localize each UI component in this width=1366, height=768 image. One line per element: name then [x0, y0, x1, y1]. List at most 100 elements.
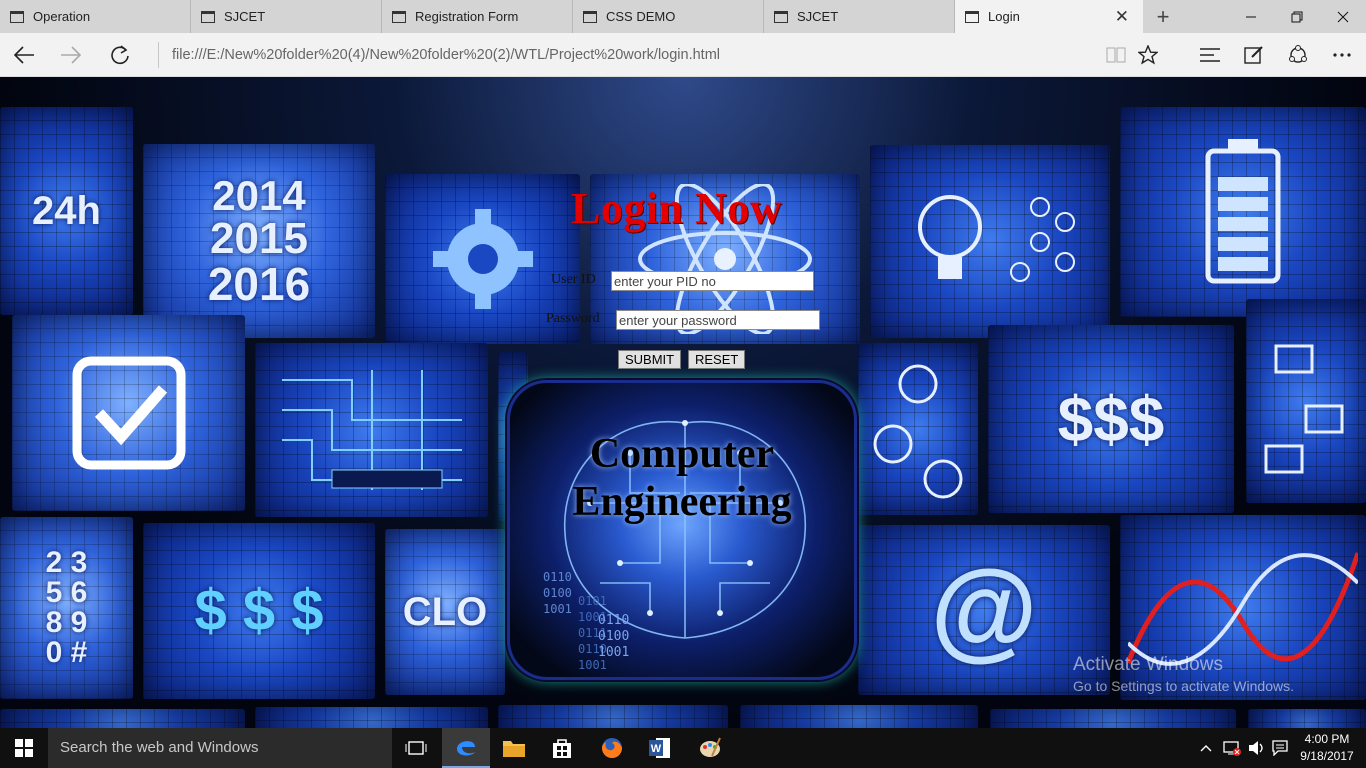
clock-time: 4:00 PM: [1304, 732, 1350, 746]
network-tray-button[interactable]: [1220, 728, 1244, 768]
show-hidden-icons-button[interactable]: [1196, 728, 1216, 768]
clock-date: 9/18/2017: [1300, 749, 1354, 763]
brain-title-line2: Engineering: [572, 479, 792, 525]
file-explorer-button[interactable]: [490, 728, 538, 768]
star-icon: [1138, 45, 1158, 65]
dollar-icon: $ $ $: [194, 578, 324, 643]
password-input[interactable]: [616, 310, 820, 330]
pen-note-icon: [1244, 46, 1263, 64]
password-label: Password: [546, 311, 600, 326]
new-tab-button[interactable]: +: [1143, 0, 1183, 33]
bottom-panel: [1248, 709, 1366, 728]
userid-label: User ID: [551, 272, 596, 287]
watermark-title: Activate Windows: [1073, 654, 1223, 675]
store-button[interactable]: [538, 728, 586, 768]
taskbar-clock[interactable]: 4:00 PM 9/18/2017: [1292, 731, 1362, 765]
back-button[interactable]: [8, 39, 40, 71]
binary-text: 0110 0100 1001: [543, 570, 572, 616]
book-icon: [1106, 47, 1126, 63]
tab-strip: Operation SJCET Registration Form CSS DE…: [0, 0, 1366, 33]
userid-input[interactable]: [611, 271, 814, 291]
devices-panel: [1246, 299, 1366, 503]
tab-operation[interactable]: Operation: [0, 0, 191, 33]
close-icon: [1337, 11, 1349, 22]
tab-registration-form[interactable]: Registration Form: [382, 0, 573, 33]
brain-title-line1: Computer: [589, 431, 775, 477]
edge-taskbar-button[interactable]: [442, 728, 490, 768]
tab-label: Login: [988, 9, 1020, 24]
favorite-button[interactable]: [1132, 39, 1164, 71]
close-tab-icon[interactable]: ✕: [1115, 7, 1129, 27]
tab-label: CSS DEMO: [606, 9, 676, 24]
hub-icon: [1200, 48, 1220, 62]
reading-view-button[interactable]: [1100, 39, 1132, 71]
bottom-panel: [990, 709, 1236, 728]
tab-label: SJCET: [797, 9, 839, 24]
submit-button[interactable]: SUBMIT: [618, 350, 682, 369]
refresh-button[interactable]: [104, 39, 136, 71]
checkbox-panel: [12, 315, 245, 511]
more-dots-icon: [1333, 53, 1351, 57]
task-view-icon: [405, 741, 427, 755]
hub-button[interactable]: [1194, 39, 1226, 71]
year-label: 2016: [207, 258, 311, 310]
close-window-button[interactable]: [1320, 0, 1366, 33]
monitor-icon: [1264, 344, 1344, 474]
page-icon: [583, 10, 597, 23]
reset-button[interactable]: RESET: [688, 350, 746, 369]
minimize-button[interactable]: [1228, 0, 1274, 33]
bottom-panel: [498, 705, 728, 728]
chevron-up-icon: [1200, 745, 1212, 752]
clock-24h-panel: 24h: [0, 107, 133, 315]
gear-icon: [432, 209, 533, 309]
money-panel: $ $ $: [143, 523, 375, 699]
navigation-bar: file:///E:/New%20folder%20(4)/New%20fold…: [0, 33, 1366, 77]
circuit-chip-panel: [255, 343, 488, 517]
search-box[interactable]: Search the web and Windows: [48, 728, 392, 768]
minimize-icon: [1246, 16, 1256, 17]
dollar-icon: $$$: [1057, 383, 1165, 455]
network-panel: [858, 343, 978, 515]
share-button[interactable]: [1282, 39, 1314, 71]
page-icon: [965, 10, 979, 23]
paint-button[interactable]: [686, 728, 734, 768]
tab-login[interactable]: Login ✕: [955, 0, 1143, 33]
year-label: 2014: [212, 172, 306, 219]
bottom-panel: [255, 707, 488, 728]
keypad-row: 2 3: [45, 546, 88, 579]
tab-label: SJCET: [224, 9, 266, 24]
address-bar[interactable]: file:///E:/New%20folder%20(4)/New%20fold…: [158, 42, 1088, 68]
web-note-button[interactable]: [1238, 39, 1270, 71]
keypad-row: 5 6: [45, 576, 88, 609]
checkmark-icon: [72, 356, 185, 470]
paint-palette-icon: [700, 737, 721, 757]
page-icon: [392, 10, 406, 23]
bottom-panel: [740, 705, 978, 728]
year-label: 2015: [210, 214, 308, 263]
speaker-icon: [1249, 741, 1263, 755]
clock-24h-text: 24h: [32, 189, 101, 233]
tab-css-demo[interactable]: CSS DEMO: [573, 0, 764, 33]
forward-button[interactable]: [55, 39, 87, 71]
forward-arrow-icon: [61, 46, 82, 64]
login-page: 24h 2014 2015 2016 $$$ 2 3 5 6 8 9 0 # $…: [0, 77, 1366, 728]
folder-icon: [503, 741, 525, 757]
computer-engineering-image: Computer Engineering 0110 0100 1001 0101 10…: [507, 380, 857, 680]
firefox-button[interactable]: [588, 728, 636, 768]
tab-sjcet-2[interactable]: SJCET: [764, 0, 955, 33]
refresh-icon: [111, 45, 129, 65]
share-icon: [1289, 45, 1307, 63]
restore-button[interactable]: [1274, 0, 1320, 33]
page-icon: [201, 10, 215, 23]
circuit-icon: [281, 370, 462, 490]
word-button[interactable]: W: [636, 728, 684, 768]
action-center-button[interactable]: [1270, 728, 1290, 768]
tab-sjcet[interactable]: SJCET: [191, 0, 382, 33]
store-bag-icon: [553, 739, 571, 758]
keypad-panel: 2 3 5 6 8 9 0 #: [0, 517, 133, 699]
start-button[interactable]: [0, 728, 48, 768]
volume-button[interactable]: [1246, 728, 1268, 768]
task-view-button[interactable]: [392, 728, 440, 768]
dollar-network-panel: $$$: [988, 325, 1234, 513]
more-button[interactable]: [1326, 39, 1358, 71]
